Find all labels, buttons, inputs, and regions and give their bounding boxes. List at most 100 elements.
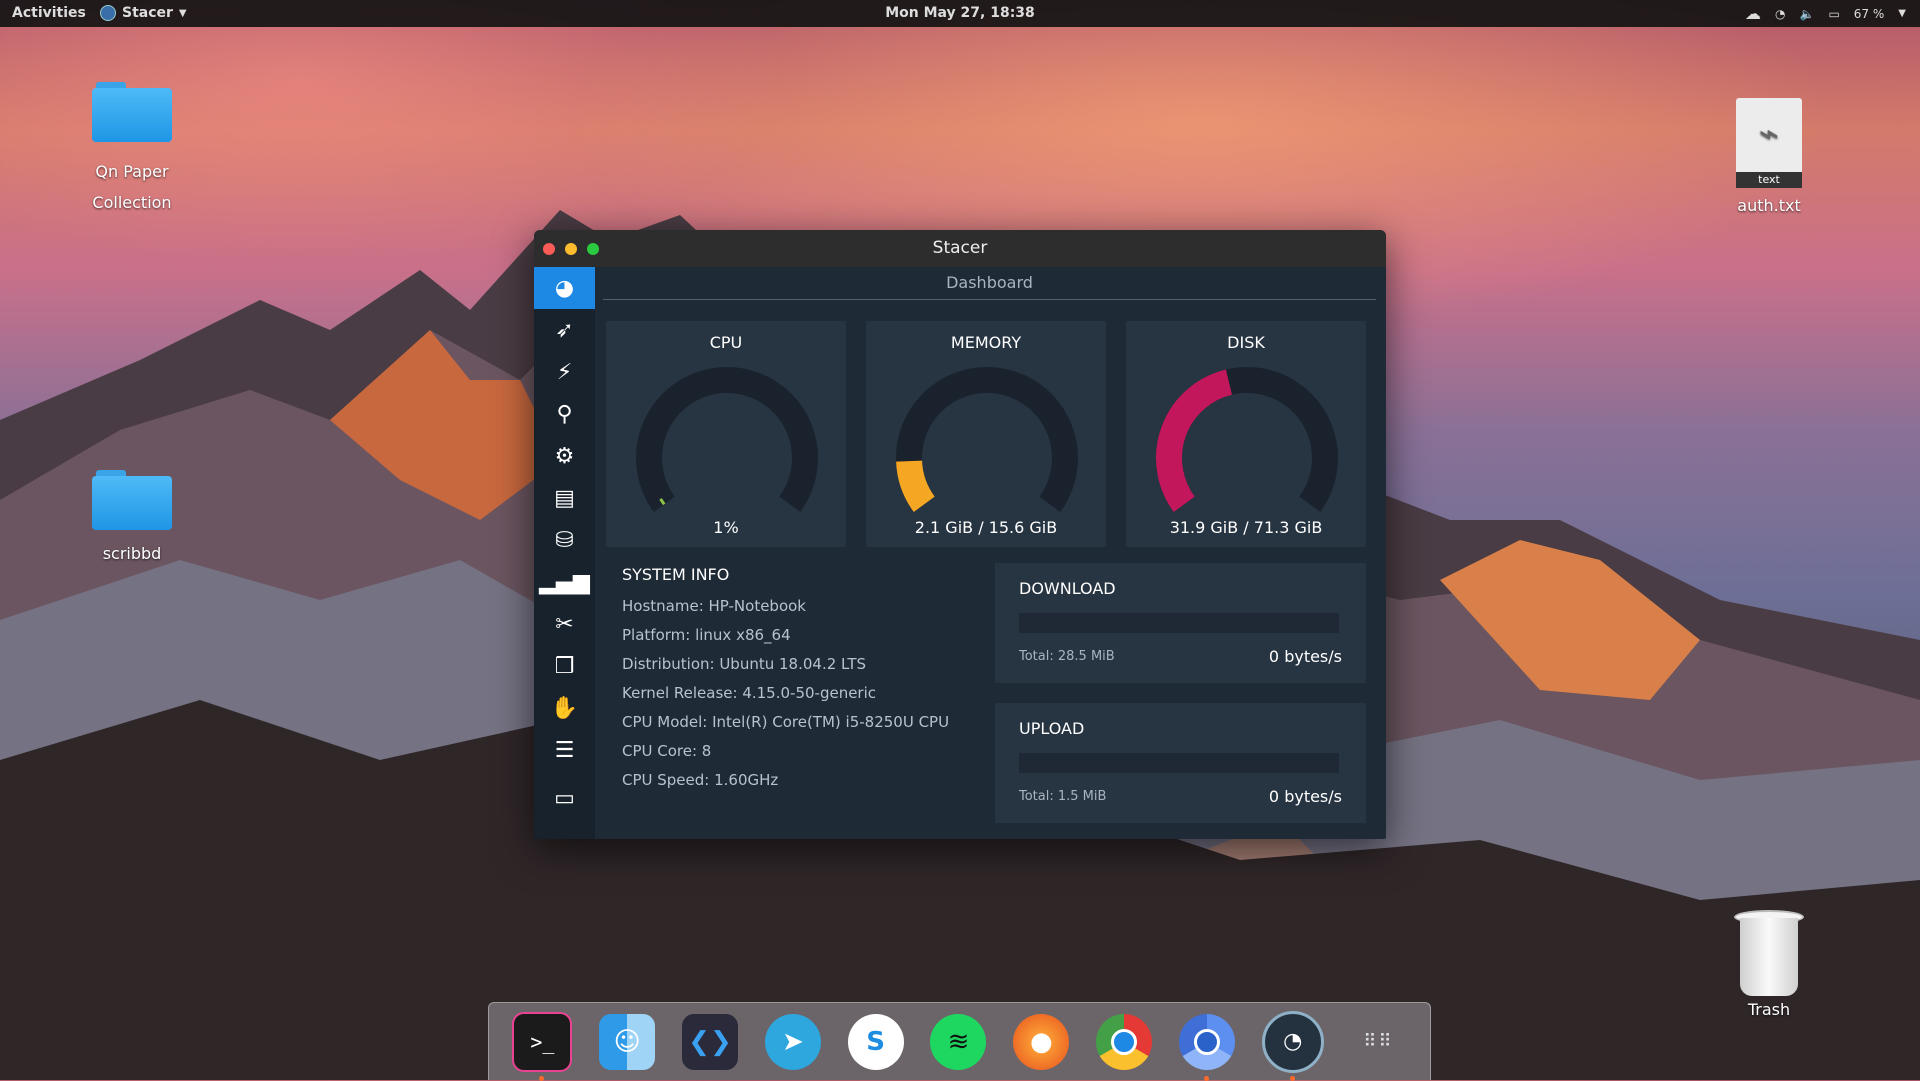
weather-icon[interactable]: ☁: [1745, 4, 1761, 23]
system-info-row: Kernel Release: 4.15.0-50-generic: [622, 684, 877, 702]
text-file-icon: ⌁ text: [1736, 98, 1802, 188]
sidebar-item-processes[interactable]: ▤: [534, 477, 595, 519]
sidebar-item-search[interactable]: ⚲: [534, 393, 595, 435]
desktop-icon-label: scribbd: [102, 544, 162, 563]
maximize-button[interactable]: [587, 243, 599, 255]
stacer-window: Stacer ◕ ➶ ⚡ ⚲ ⚙ ▤ ⛁ ▂▄▆ ✂ ❒ ✋ ☰ ▭ Dashb…: [534, 230, 1386, 839]
sidebar-item-startup-apps[interactable]: ➶: [534, 309, 595, 351]
system-info-row: Distribution: Ubuntu 18.04.2 LTS: [622, 655, 866, 673]
dock-finder[interactable]: ☺: [599, 1013, 656, 1070]
sidebar-item-resources[interactable]: ▂▄▆: [534, 561, 595, 603]
sidebar-item-dashboard[interactable]: ◕: [534, 267, 595, 309]
dashboard-page: Dashboard CPU 1% MEMORY 2.1 GiB / 15.6 G…: [595, 267, 1386, 839]
desktop-file-auth-txt[interactable]: ⌁ text auth.txt: [1699, 98, 1839, 215]
sidebar-item-uninstaller[interactable]: ⛁: [534, 519, 595, 561]
stacer-icon: ◔: [1283, 1029, 1303, 1054]
dock-telegram[interactable]: ➤: [764, 1013, 821, 1070]
cpu-value: 1%: [713, 518, 739, 537]
battery-icon[interactable]: ▭: [1828, 7, 1839, 21]
tools-icon: ✂: [555, 611, 574, 637]
sidebar-item-settings[interactable]: ☰: [534, 729, 595, 771]
memory-gauge: [896, 367, 1078, 513]
app-grid-icon: ⠿⠿: [1363, 1031, 1394, 1052]
minimize-button[interactable]: [565, 243, 577, 255]
gnome-settings-icon: ✋: [550, 695, 579, 721]
dock-vscode[interactable]: ❮❯: [682, 1013, 739, 1070]
page-title: Dashboard: [603, 267, 1376, 300]
upload-heading: UPLOAD: [1019, 719, 1085, 738]
system-info-row: CPU Core: 8: [622, 742, 712, 760]
dock-skype[interactable]: S: [847, 1013, 904, 1070]
upload-total: Total: 1.5 MiB: [1019, 789, 1107, 804]
window-titlebar[interactable]: Stacer: [534, 230, 1386, 267]
cpu-title: CPU: [709, 333, 743, 352]
dock-chrome[interactable]: [1096, 1013, 1153, 1070]
disk-card: DISK 31.9 GiB / 71.3 GiB: [1126, 321, 1366, 547]
dock-spotify[interactable]: ≋: [930, 1013, 987, 1070]
cpu-gauge: [636, 367, 818, 512]
sidebar-item-system-cleaner[interactable]: ⚡: [534, 351, 595, 393]
folder-icon: [92, 470, 172, 530]
rocket-icon: ➶: [555, 317, 574, 343]
processes-icon: ▤: [554, 485, 575, 511]
desktop-folder-qn-paper[interactable]: Qn Paper Collection: [62, 82, 202, 218]
download-chart: [1019, 613, 1339, 633]
chromium-icon: [1193, 1028, 1220, 1055]
finder-icon: ☺: [613, 1026, 641, 1057]
dashboard-icon: ◕: [554, 275, 575, 301]
gauge-track: [896, 367, 1078, 512]
gauge-fill: [896, 460, 935, 513]
sidebar-item-feedback[interactable]: ▭: [534, 777, 595, 819]
telegram-icon: ➤: [781, 1026, 804, 1057]
download-heading: DOWNLOAD: [1019, 579, 1116, 598]
folder-icon: [92, 82, 172, 142]
dock: >_ ☺ ❮❯ ➤ S ≋ ● ◔ ⠿⠿: [488, 1002, 1431, 1081]
system-info-row: Platform: linux x86_64: [622, 626, 791, 644]
firefox-icon: ●: [1029, 1026, 1053, 1057]
memory-title: MEMORY: [950, 333, 1022, 352]
dock-firefox[interactable]: ●: [1013, 1013, 1070, 1070]
gauge-fill: [1156, 369, 1233, 512]
system-info-row: CPU Model: Intel(R) Core(TM) i5-8250U CP…: [622, 713, 950, 731]
clock[interactable]: Mon May 27, 18:38: [0, 5, 1920, 21]
trash-icon: [1734, 910, 1804, 996]
memory-card: MEMORY 2.1 GiB / 15.6 GiB: [866, 321, 1106, 547]
vscode-icon: ❮❯: [688, 1026, 732, 1057]
desktop-icon-label: Qn Paper Collection: [92, 162, 172, 212]
dock-show-applications[interactable]: ⠿⠿: [1351, 1014, 1407, 1070]
sidebar-item-gnome-settings[interactable]: ✋: [534, 687, 595, 729]
search-icon: ⚲: [556, 401, 573, 427]
package-icon: ❒: [554, 653, 575, 679]
sidebar-item-apt-repository[interactable]: ❒: [534, 645, 595, 687]
volume-icon[interactable]: 🔈: [1800, 7, 1815, 21]
cpu-card: CPU 1%: [606, 321, 846, 547]
download-card: DOWNLOAD Total: 28.5 MiB 0 bytes/s: [995, 563, 1366, 683]
upload-speed: 0 bytes/s: [1268, 787, 1342, 806]
terminal-icon: >_: [530, 1029, 555, 1054]
top-panel: Activities Stacer ▼ Mon May 27, 18:38 ☁ …: [0, 0, 1920, 27]
download-total: Total: 28.5 MiB: [1019, 649, 1115, 664]
upload-card: UPLOAD Total: 1.5 MiB 0 bytes/s: [995, 703, 1366, 823]
dock-stacer[interactable]: ◔: [1261, 1010, 1324, 1081]
sidebar-item-services[interactable]: ⚙: [534, 435, 595, 477]
chevron-down-icon[interactable]: ▼: [1898, 8, 1906, 19]
gears-icon: ⚙: [554, 443, 575, 469]
window-title: Stacer: [932, 238, 988, 258]
upload-chart: [1019, 753, 1339, 773]
resources-chart-icon: ▂▄▆: [539, 569, 590, 595]
sidebar: ◕ ➶ ⚡ ⚲ ⚙ ▤ ⛁ ▂▄▆ ✂ ❒ ✋ ☰ ▭: [534, 267, 595, 839]
disk-gauge: [1156, 367, 1338, 512]
dock-chromium[interactable]: [1178, 1013, 1235, 1081]
battery-level[interactable]: 67 %: [1854, 7, 1885, 21]
sidebar-item-helpers[interactable]: ✂: [534, 603, 595, 645]
download-speed: 0 bytes/s: [1268, 647, 1342, 666]
close-button[interactable]: [543, 243, 555, 255]
desktop-icon-label: auth.txt: [1737, 196, 1801, 215]
dock-terminal[interactable]: >_: [512, 1011, 573, 1081]
desktop-folder-scribbd[interactable]: scribbd: [62, 470, 202, 563]
spotify-icon: ≋: [947, 1026, 970, 1057]
system-info-row: Hostname: HP-Notebook: [622, 597, 806, 615]
wifi-icon[interactable]: ◔: [1775, 7, 1785, 21]
broom-icon: ⚡: [556, 359, 573, 385]
desktop-trash[interactable]: Trash: [1699, 910, 1839, 1019]
